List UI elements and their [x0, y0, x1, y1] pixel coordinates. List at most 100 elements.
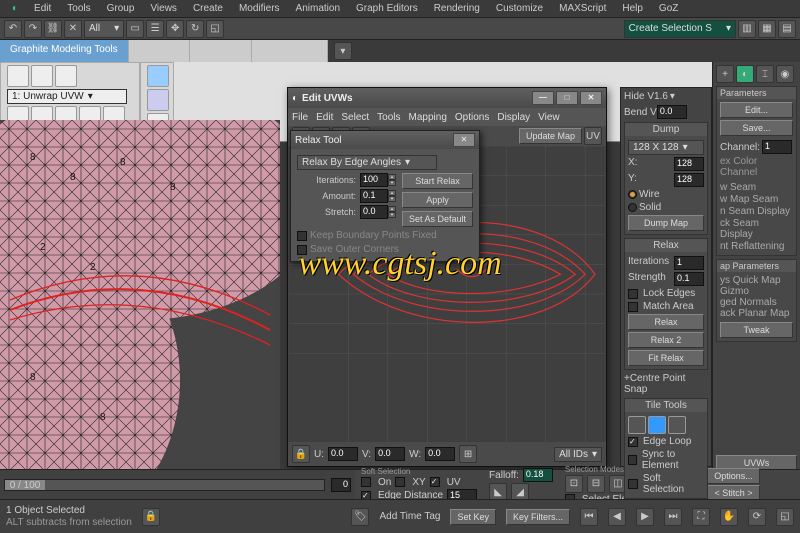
poly-btn-2[interactable] — [31, 65, 53, 87]
link-button[interactable]: ⛓ — [44, 20, 62, 38]
motion-tab-icon[interactable]: ◉ — [776, 65, 794, 83]
modifier-list[interactable]: 1: Unwrap UVW▾ — [7, 89, 127, 104]
uvw-uv-toggle[interactable]: UV — [584, 127, 602, 145]
uvw-lock[interactable]: 🔒 — [292, 445, 310, 463]
orbit-icon[interactable]: ⟳ — [748, 508, 766, 526]
set-default-button[interactable]: Set As Default — [402, 211, 473, 227]
perspective-viewport[interactable]: 88 88 22 88 — [0, 120, 280, 470]
scale-button[interactable]: ◱ — [206, 20, 224, 38]
falloff-value[interactable]: 0.18 — [523, 468, 553, 482]
tile-2[interactable] — [648, 416, 666, 434]
menu-group[interactable]: Group — [99, 3, 143, 14]
uvw-menu-view[interactable]: View — [538, 112, 560, 123]
uvw-menu-tools[interactable]: Tools — [377, 112, 400, 123]
menu-tools[interactable]: Tools — [59, 3, 98, 14]
poly-btn-3[interactable] — [55, 65, 77, 87]
channel-value[interactable]: 1 — [762, 140, 792, 154]
edit-button[interactable]: Edit... — [720, 102, 793, 118]
soft-sel-checkbox[interactable] — [628, 479, 638, 489]
play-prev-icon[interactable]: ◀ — [608, 508, 626, 526]
undo-button[interactable]: ↶ — [4, 20, 22, 38]
menu-animation[interactable]: Animation — [288, 3, 348, 14]
uvw-menu-select[interactable]: Select — [341, 112, 369, 123]
pan-icon[interactable]: ✋ — [720, 508, 738, 526]
w-value[interactable]: 0.0 — [425, 447, 455, 461]
dump-map-button[interactable]: Dump Map — [628, 215, 704, 231]
time-tag-icon[interactable]: 🏷 — [351, 508, 369, 526]
relax-titlebar[interactable]: Relax Tool ✕ — [291, 131, 479, 149]
ribbon-tool-b[interactable] — [147, 89, 169, 111]
menu-views[interactable]: Views — [142, 3, 185, 14]
key-filters-button[interactable]: Key Filters... — [506, 509, 570, 525]
lock-icon[interactable]: 🔒 — [142, 508, 160, 526]
menu-customize[interactable]: Customize — [488, 3, 551, 14]
tab-graphite-modeling[interactable]: Graphite Modeling Tools — [0, 40, 129, 62]
select-button[interactable]: ▭ — [126, 20, 144, 38]
uvw-grid-icon[interactable]: ⊞ — [459, 445, 477, 463]
layers-button[interactable]: ▤ — [778, 20, 796, 38]
uvw-menu-display[interactable]: Display — [497, 112, 530, 123]
play-start-icon[interactable]: ⏮ — [580, 508, 598, 526]
menu-rendering[interactable]: Rendering — [426, 3, 488, 14]
close-button[interactable]: ✕ — [580, 91, 602, 105]
uvw-menu-options[interactable]: Options — [455, 112, 489, 123]
create-tab-icon[interactable]: + — [716, 65, 734, 83]
menu-edit[interactable]: Edit — [26, 3, 59, 14]
relax2-button[interactable]: Relax 2 — [628, 332, 704, 348]
maximize-viewport-icon[interactable]: ◱ — [776, 508, 794, 526]
on-checkbox[interactable] — [361, 477, 371, 487]
timeline-slider[interactable]: 0 / 100 — [4, 479, 325, 491]
add-time-tag[interactable]: Add Time Tag — [379, 511, 440, 522]
modify-tab-icon[interactable]: ◐ — [736, 65, 754, 83]
centre-snap-label[interactable]: +Centre Point Snap — [624, 373, 708, 395]
ids-dropdown[interactable]: All IDs▾ — [554, 447, 602, 462]
unlink-button[interactable]: ✕ — [64, 20, 82, 38]
wire-radio[interactable] — [628, 190, 637, 199]
fit-relax-button[interactable]: Fit Relax — [628, 350, 704, 366]
minimize-button[interactable]: — — [532, 91, 554, 105]
relax-button[interactable]: Relax — [628, 314, 704, 330]
menu-goz[interactable]: GoZ — [651, 3, 686, 14]
relax-close-button[interactable]: ✕ — [453, 133, 475, 147]
amount-spinner[interactable]: 0.1▴▾ — [360, 189, 396, 203]
u-value[interactable]: 0.0 — [328, 447, 358, 461]
named-selection-set[interactable]: Create Selection S▾ — [624, 20, 736, 38]
tweak-button[interactable]: Tweak — [720, 322, 793, 338]
match-area-checkbox[interactable] — [628, 302, 638, 312]
update-map-button[interactable]: Update Map — [519, 128, 582, 144]
selection-filter[interactable]: All▾ — [84, 20, 124, 38]
y-value[interactable]: 128 — [674, 173, 704, 187]
iterations-spinner[interactable]: 100▴▾ — [360, 173, 396, 187]
menu-graph-editors[interactable]: Graph Editors — [348, 3, 426, 14]
uvw-titlebar[interactable]: ◐ Edit UVWs — □ ✕ — [288, 88, 606, 108]
play-icon[interactable]: ▶ — [636, 508, 654, 526]
x-value[interactable]: 128 — [674, 157, 704, 171]
save-button[interactable]: Save... — [720, 120, 793, 136]
lock-edges-checkbox[interactable] — [628, 289, 638, 299]
redo-button[interactable]: ↷ — [24, 20, 42, 38]
frame-value[interactable]: 0 — [331, 478, 351, 492]
solid-radio[interactable] — [628, 203, 637, 212]
sub-edge-icon[interactable]: ⊟ — [587, 475, 605, 493]
select-name-button[interactable]: ☰ — [146, 20, 164, 38]
keep-boundary-checkbox[interactable] — [297, 231, 307, 241]
menu-modifiers[interactable]: Modifiers — [231, 3, 288, 14]
uv-checkbox[interactable] — [430, 477, 440, 487]
save-outer-checkbox[interactable] — [297, 245, 307, 255]
relax-method-dropdown[interactable]: Relax By Edge Angles▾ — [297, 155, 437, 170]
edge-loop-checkbox[interactable] — [628, 437, 638, 447]
sub-vert-icon[interactable]: ⊡ — [565, 475, 583, 493]
maximize-button[interactable]: □ — [556, 91, 578, 105]
menu-create[interactable]: Create — [185, 3, 231, 14]
v-value[interactable]: 0.0 — [375, 447, 405, 461]
poly-btn-1[interactable] — [7, 65, 29, 87]
mirror-button[interactable]: ▥ — [738, 20, 756, 38]
set-key-button[interactable]: Set Key — [450, 509, 496, 525]
apply-button[interactable]: Apply — [402, 192, 473, 208]
tab-freeform[interactable]: Freeform — [129, 40, 191, 62]
menu-help[interactable]: Help — [614, 3, 651, 14]
play-next-icon[interactable]: ⏭ — [664, 508, 682, 526]
tab-object-paint[interactable]: Object Paint — [252, 40, 327, 62]
ribbon-toggle-button[interactable]: ▾ — [334, 42, 352, 60]
stretch-spinner[interactable]: 0.0▴▾ — [360, 205, 396, 219]
